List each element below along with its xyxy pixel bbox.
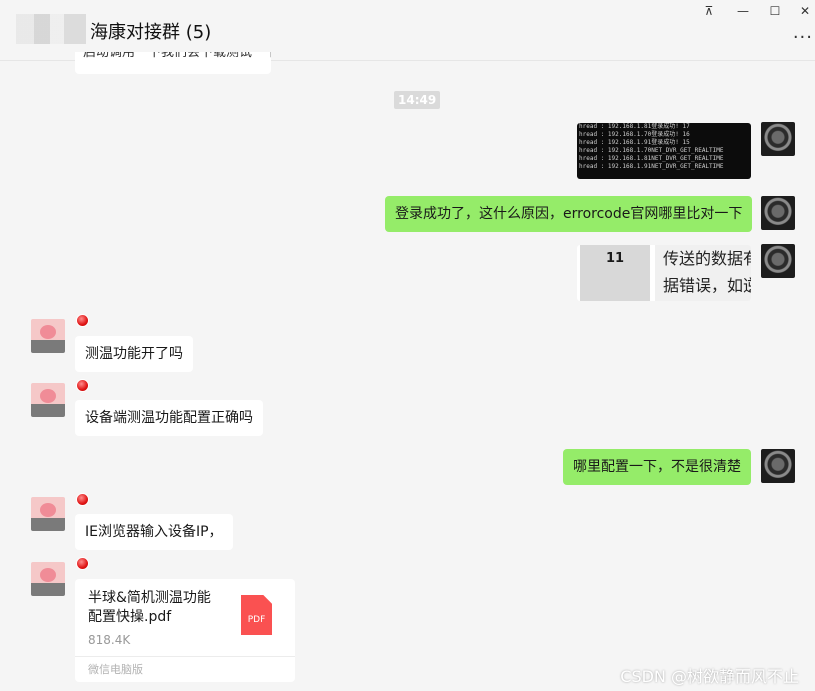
terminal-line: hread : 192.168.1.91登录成功! 15 bbox=[579, 139, 690, 146]
contact-avatar[interactable] bbox=[31, 497, 65, 531]
message-device-config: 设备端测温功能配置正确吗 bbox=[75, 400, 263, 436]
terminal-line: hread : 192.168.1.70登录成功! 16 bbox=[579, 131, 690, 138]
partial-message-text: 启动调用一下我们会下载测试一下 bbox=[83, 52, 271, 60]
contact-avatar[interactable] bbox=[31, 383, 65, 417]
minimize-icon[interactable]: — bbox=[735, 4, 751, 18]
message-where-config: 哪里配置一下，不是很清楚 bbox=[563, 449, 751, 485]
message-login-ok: 登录成功了，这什么原因，errorcode官网哪里比对一下 bbox=[385, 196, 753, 232]
partial-message-bubble: 启动调用一下我们会下载测试一下 bbox=[75, 52, 271, 74]
file-source: 微信电脑版 bbox=[88, 663, 143, 676]
file-name-line: 配置快操.pdf bbox=[88, 609, 172, 625]
error-desc-line: 据错误，如逆 bbox=[663, 276, 751, 295]
terminal-line: hread : 192.168.1.91NET_DVR_GET_REALTIME bbox=[579, 163, 724, 170]
self-avatar[interactable] bbox=[761, 122, 795, 156]
file-name: 半球&简机测温功能 配置快操.pdf bbox=[88, 589, 211, 627]
terminal-screenshot-message[interactable]: hread : 192.168.1.81登录成功! 17 hread : 192… bbox=[577, 123, 751, 179]
time-divider: 14:49 bbox=[394, 91, 441, 109]
terminal-line: hread : 192.168.1.81NET_DVR_GET_REALTIME bbox=[579, 155, 724, 162]
unread-dot bbox=[76, 493, 89, 506]
pdf-file-icon: PDF bbox=[241, 595, 272, 635]
contact-avatar[interactable] bbox=[31, 562, 65, 596]
terminal-line: hread : 192.168.1.70NET_DVR_GET_REALTIME bbox=[579, 147, 724, 154]
pdf-label: PDF bbox=[247, 615, 266, 625]
self-avatar[interactable] bbox=[761, 244, 795, 278]
file-message[interactable]: 半球&简机测温功能 配置快操.pdf 818.4K PDF 微信电脑版 bbox=[75, 579, 295, 682]
unread-dot bbox=[76, 314, 89, 327]
maximize-icon[interactable]: ☐ bbox=[767, 4, 783, 18]
self-avatar[interactable] bbox=[761, 196, 795, 230]
unread-dot bbox=[76, 379, 89, 392]
self-avatar[interactable] bbox=[761, 449, 795, 483]
error-table-screenshot-message[interactable]: 11 传送的数据有 据错误，如逆 bbox=[577, 245, 751, 301]
message-temp-enabled: 测温功能开了吗 bbox=[75, 336, 193, 372]
close-icon[interactable]: ✕ bbox=[797, 4, 813, 18]
blurred-group-avatar bbox=[16, 14, 86, 44]
file-name-line: 半球&简机测温功能 bbox=[88, 590, 211, 606]
unread-dot bbox=[76, 557, 89, 570]
file-divider bbox=[75, 656, 295, 657]
csdn-watermark: CSDN @树欲静而风不止 bbox=[620, 667, 799, 686]
more-icon[interactable]: ··· bbox=[793, 27, 813, 48]
pin-icon[interactable]: ⊼ bbox=[701, 4, 717, 18]
error-desc-line: 传送的数据有 bbox=[663, 249, 751, 268]
error-desc-cell: 传送的数据有 据错误，如逆 bbox=[655, 245, 751, 301]
chat-title: 海康对接群 (5) bbox=[90, 22, 212, 43]
contact-avatar[interactable] bbox=[31, 319, 65, 353]
message-ie-browser: IE浏览器输入设备IP， bbox=[75, 514, 233, 550]
terminal-line: hread : 192.168.1.81登录成功! 17 bbox=[579, 123, 690, 130]
file-size: 818.4K bbox=[88, 633, 131, 647]
error-code-cell: 11 bbox=[580, 245, 650, 301]
